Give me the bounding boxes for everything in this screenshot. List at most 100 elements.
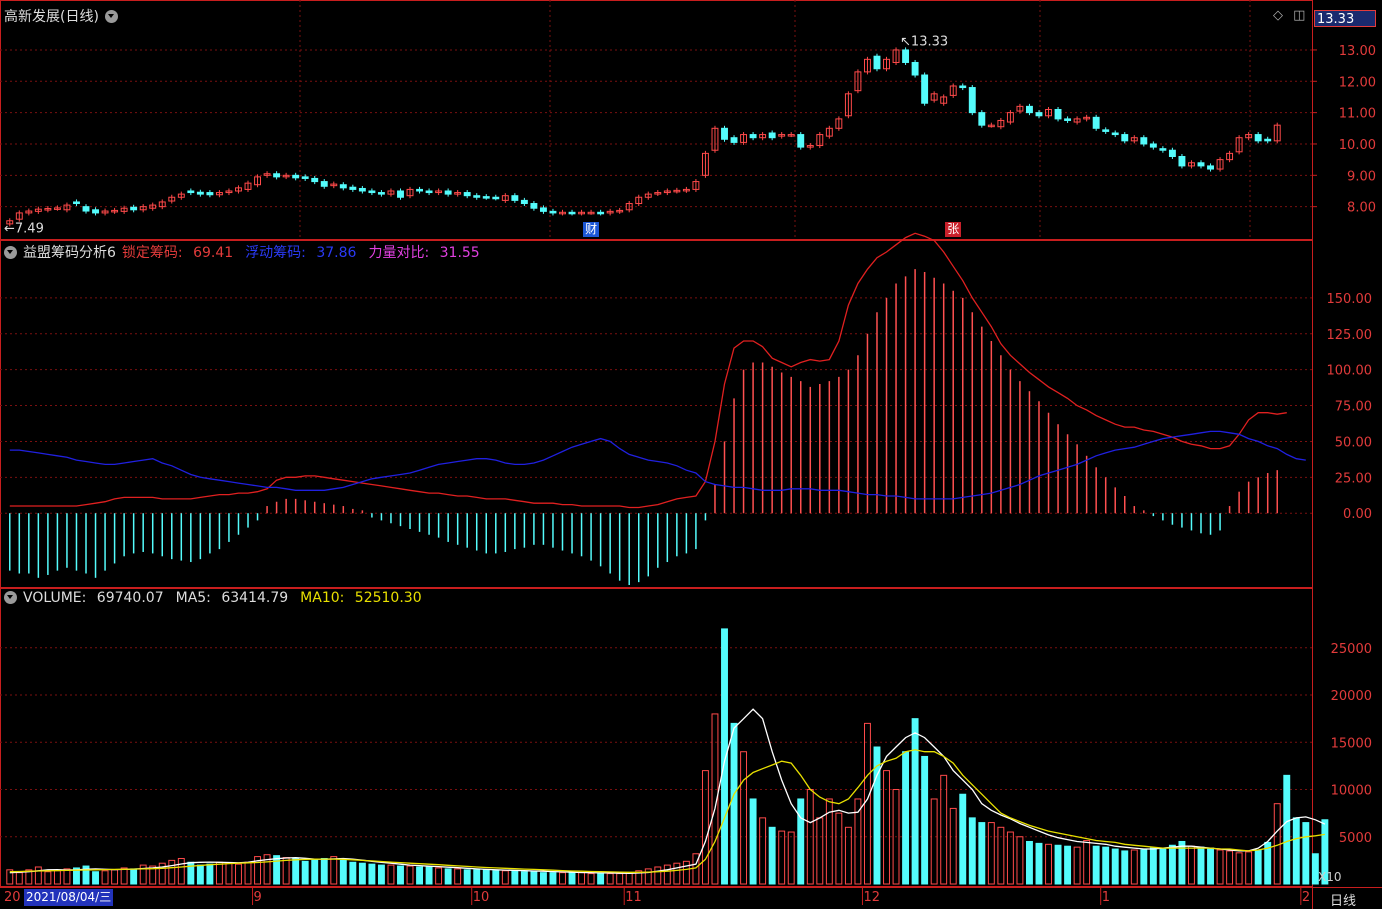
volume-bar xyxy=(501,870,509,885)
x-axis-month-label: 1 xyxy=(1101,890,1110,905)
volume-bar xyxy=(492,870,500,885)
candle-body xyxy=(1149,143,1157,148)
volume-bar xyxy=(654,866,662,885)
candle-body xyxy=(444,190,452,195)
volume-value: 69740.07 xyxy=(96,590,164,606)
price-tick-label: 11.00 xyxy=(1339,107,1376,122)
chart-canvas: 8.00 9.00 10.00 11.00 12.00 13.00 ↖13.33 ←7.49 0… xyxy=(0,0,1382,909)
volume-bar xyxy=(568,872,576,885)
volume-bar xyxy=(311,858,319,885)
cursor-date: 2021/08/04/三 xyxy=(24,889,114,906)
volume-bar xyxy=(921,755,929,885)
indicator-tick-label: 0.00 xyxy=(1343,507,1372,522)
candle-body xyxy=(978,112,986,126)
volume-bar xyxy=(377,864,385,885)
ma10-value: 52510.30 xyxy=(354,590,422,606)
locked-label-text: 锁定筹码: xyxy=(121,245,183,261)
candle-body xyxy=(320,181,328,187)
volume-bar xyxy=(1302,822,1310,885)
volume-bar xyxy=(1016,836,1024,885)
x10-label[interactable]: X10 xyxy=(1318,870,1342,884)
volume-bar xyxy=(111,869,119,885)
volume-bar xyxy=(425,866,433,885)
volume-bar xyxy=(844,826,852,885)
indicator-panel-frame xyxy=(0,240,1313,588)
locked-chips-line xyxy=(9,232,1287,509)
candle-body xyxy=(911,61,919,76)
volume-bar xyxy=(339,859,347,885)
volume-bar xyxy=(92,871,99,885)
window-icon[interactable]: ◫ xyxy=(1293,8,1305,23)
volume-bar xyxy=(406,865,414,885)
volume-bar xyxy=(435,867,443,885)
candle-body xyxy=(339,184,347,189)
volume-bar xyxy=(1235,852,1243,885)
force-value: 31.55 xyxy=(439,245,480,261)
volume-bar xyxy=(539,872,547,885)
volume-bar xyxy=(454,868,462,885)
force-label: 力量对比: 31.55 xyxy=(368,245,485,261)
candle-body xyxy=(473,195,481,198)
volume-bar xyxy=(235,863,242,885)
volume-bar xyxy=(1064,845,1072,885)
candle-body xyxy=(873,55,881,70)
event-marker[interactable]: 财 xyxy=(583,222,600,237)
volume-bar xyxy=(597,873,605,885)
candle-body xyxy=(206,192,214,196)
volume-bar xyxy=(863,722,871,885)
price-tick-label: 8.00 xyxy=(1347,201,1376,216)
volume-tick-label: 15000 xyxy=(1331,736,1372,751)
candle-body xyxy=(1159,148,1167,151)
volume-label: VOLUME: 69740.07 xyxy=(23,590,170,606)
candle-body xyxy=(482,196,490,199)
diamond-icon[interactable]: ◇ xyxy=(1273,8,1283,23)
ma10-label-text: MA10: xyxy=(300,590,345,606)
volume-tick-label: 5000 xyxy=(1339,831,1372,846)
volume-bar xyxy=(1102,846,1110,885)
event-marker[interactable]: 张 xyxy=(945,222,962,237)
volume-bar xyxy=(673,862,681,885)
volume-bar xyxy=(225,862,233,885)
dropdown-icon[interactable] xyxy=(4,591,17,604)
volume-bar xyxy=(177,857,185,885)
candle-body xyxy=(1092,116,1100,129)
volume-bar xyxy=(511,870,519,885)
volume-label-text: VOLUME: xyxy=(23,590,87,606)
volume-bar xyxy=(959,793,967,885)
current-price-tag: 13.33 xyxy=(1314,10,1376,27)
volume-bar xyxy=(902,751,910,885)
volume-bar xyxy=(616,873,624,885)
candle-body xyxy=(768,132,776,139)
candle-body xyxy=(82,206,90,212)
candle-body xyxy=(196,191,204,195)
volume-bar xyxy=(1283,774,1291,885)
volume-bar xyxy=(206,863,214,885)
ma5-line xyxy=(9,708,1326,874)
volume-bar xyxy=(130,868,138,885)
volume-bar xyxy=(911,718,919,885)
ma5-label: MA5: 63414.79 xyxy=(176,590,295,606)
volume-bar xyxy=(1140,849,1148,885)
indicator-tick-label: 150.00 xyxy=(1327,292,1373,307)
volume-bar xyxy=(330,856,338,885)
period-tab[interactable]: 日线 xyxy=(1330,890,1356,909)
volume-bar xyxy=(1035,842,1043,885)
volume-bar xyxy=(482,869,490,885)
x-axis-month-label: 11 xyxy=(625,890,642,905)
volume-bar xyxy=(1292,817,1300,885)
volume-bar xyxy=(368,863,376,885)
candle-body xyxy=(520,199,528,205)
volume-bar xyxy=(1168,844,1176,885)
volume-bar xyxy=(349,861,357,885)
dropdown-icon[interactable] xyxy=(4,246,17,259)
stock-title: 高新发展(日线) xyxy=(4,9,99,25)
volume-bar xyxy=(1197,846,1205,885)
volume-bar xyxy=(416,866,424,885)
volume-bar xyxy=(968,817,976,885)
dropdown-icon[interactable] xyxy=(104,10,118,23)
candle-body xyxy=(921,74,929,104)
volume-tick-label: 25000 xyxy=(1331,642,1372,657)
volume-bar xyxy=(1026,840,1033,885)
volume-bar xyxy=(587,873,595,885)
volume-bar xyxy=(930,798,938,885)
